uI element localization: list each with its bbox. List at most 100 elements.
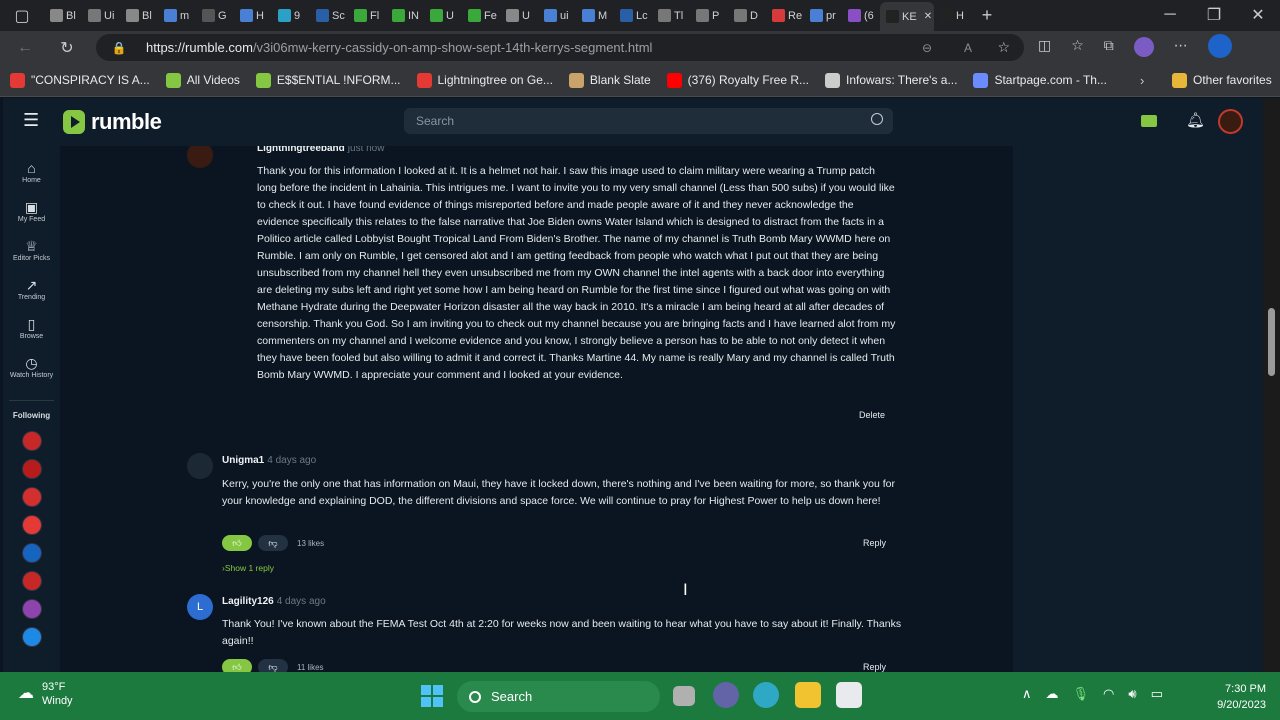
- browser-tab[interactable]: H: [234, 3, 272, 29]
- comment-author[interactable]: Lagility126: [222, 596, 274, 607]
- url-field[interactable]: 🔒 https://rumble.com/v3i06mw-kerry-cassi…: [96, 34, 1024, 61]
- comment-author[interactable]: Unigma1: [222, 455, 264, 466]
- like-button[interactable]: 👍︎: [222, 535, 252, 551]
- following-channel-avatar[interactable]: [21, 459, 42, 479]
- page-scrollbar[interactable]: [1263, 98, 1280, 672]
- teams-chat-icon[interactable]: [713, 682, 739, 708]
- settings-more-icon[interactable]: ⋯: [1174, 37, 1188, 58]
- like-button[interactable]: 👍︎: [222, 659, 252, 672]
- browser-tab[interactable]: IN: [386, 3, 424, 29]
- reply-link[interactable]: Reply: [863, 662, 886, 672]
- bing-icon[interactable]: [1207, 34, 1232, 58]
- following-channel-avatar[interactable]: [21, 431, 42, 451]
- refresh-button[interactable]: ↻: [50, 33, 84, 63]
- sidebar-item-editor-picks[interactable]: ♕ Editor Picks: [3, 232, 60, 271]
- browser-tab[interactable]: Tl: [652, 3, 690, 29]
- start-button-icon[interactable]: [421, 685, 443, 707]
- browser-tab[interactable]: Sc: [310, 3, 348, 29]
- sidebar-item-browse[interactable]: ▯ Browse: [3, 310, 60, 349]
- following-channel-avatar[interactable]: [21, 599, 42, 619]
- bookmark-item[interactable]: Infowars: There's a...: [825, 72, 957, 88]
- bookmark-item[interactable]: E$$ENTIAL !NFORM...: [255, 72, 401, 88]
- browser-tab[interactable]: Bl: [44, 3, 82, 29]
- dislike-button[interactable]: 👎︎: [258, 659, 288, 672]
- browser-tab[interactable]: D: [728, 3, 766, 29]
- other-favorites[interactable]: Other favorites: [1172, 72, 1272, 88]
- bookmark-item[interactable]: Startpage.com - Th...: [973, 72, 1107, 88]
- sidebar-item-watch-history[interactable]: ◷ Watch History: [3, 349, 60, 388]
- browser-tab[interactable]: Bl: [120, 3, 158, 29]
- browser-tab[interactable]: Re: [766, 3, 804, 29]
- maximize-button[interactable]: ❐: [1192, 0, 1236, 30]
- tray-overflow-icon[interactable]: ∧: [1022, 686, 1032, 702]
- bookmark-item[interactable]: "CONSPIRACY IS A...: [10, 72, 150, 88]
- following-channel-avatar[interactable]: [21, 571, 42, 591]
- minimize-button[interactable]: ─: [1148, 0, 1192, 30]
- microphone-icon[interactable]: 🎙︎: [1073, 686, 1090, 702]
- volume-icon[interactable]: 🔊︎: [1128, 686, 1136, 702]
- search-input[interactable]: [416, 114, 856, 128]
- bookmarks-overflow-icon[interactable]: ›: [1140, 73, 1144, 88]
- onedrive-icon[interactable]: ☁: [1046, 686, 1059, 702]
- read-aloud-icon[interactable]: A: [964, 41, 972, 55]
- show-replies-link[interactable]: ›Show 1 reply: [222, 563, 274, 573]
- following-channel-avatar[interactable]: [21, 627, 42, 647]
- browser-tab[interactable]: Lc: [614, 3, 652, 29]
- file-explorer-icon[interactable]: [795, 682, 821, 708]
- browser-tab[interactable]: ui: [538, 3, 576, 29]
- rumble-logo[interactable]: rumble: [63, 109, 162, 135]
- notifications-bell-icon[interactable]: 🔔︎: [1186, 111, 1205, 129]
- browser-tab[interactable]: m: [158, 3, 196, 29]
- close-window-button[interactable]: ✕: [1236, 0, 1280, 30]
- zoom-icon[interactable]: ⊖: [922, 41, 932, 55]
- battery-icon[interactable]: ▭: [1151, 686, 1163, 702]
- store-icon[interactable]: [836, 682, 862, 708]
- browser-tab[interactable]: pr: [804, 3, 842, 29]
- browser-tab[interactable]: Ui: [82, 3, 120, 29]
- browser-tab[interactable]: Fe: [462, 3, 500, 29]
- scrollbar-thumb[interactable]: [1268, 308, 1275, 376]
- bookmark-item[interactable]: All Videos: [165, 72, 240, 88]
- browser-tab[interactable]: U: [424, 3, 462, 29]
- bookmark-item[interactable]: (376) Royalty Free R...: [666, 72, 809, 88]
- clock[interactable]: 7:30 PM 9/20/2023: [1217, 681, 1266, 713]
- sidebar-item-trending[interactable]: ↗ Trending: [3, 271, 60, 310]
- following-channel-avatar[interactable]: [21, 543, 42, 563]
- following-channel-avatar[interactable]: [21, 515, 42, 535]
- delete-comment-link[interactable]: Delete: [859, 410, 885, 420]
- favorite-star-icon[interactable]: ☆: [997, 39, 1010, 56]
- collections-icon[interactable]: ⧉: [1104, 37, 1114, 58]
- new-tab-button[interactable]: +: [972, 1, 1002, 31]
- browser-tab[interactable]: H: [934, 3, 972, 29]
- comment-author[interactable]: Lightningtreeband: [257, 146, 345, 154]
- browser-tab[interactable]: (6: [842, 3, 880, 29]
- profile-icon[interactable]: [1133, 37, 1154, 57]
- browser-tab[interactable]: 9: [272, 3, 310, 29]
- menu-icon[interactable]: ☰: [23, 111, 41, 129]
- close-tab-icon[interactable]: ✕: [924, 11, 932, 22]
- commenter-avatar[interactable]: L: [187, 594, 213, 620]
- taskbar-search[interactable]: Search: [457, 681, 660, 712]
- task-view-icon[interactable]: [673, 686, 695, 706]
- sidebar-item-my-feed[interactable]: ▣ My Feed: [3, 193, 60, 232]
- tab-actions-icon[interactable]: ▢: [0, 1, 44, 31]
- upload-video-icon[interactable]: [1141, 115, 1157, 127]
- dislike-button[interactable]: 👎︎: [258, 535, 288, 551]
- browser-tab[interactable]: M: [576, 3, 614, 29]
- weather-widget[interactable]: ☁ 93°F Windy: [18, 680, 73, 708]
- commenter-avatar[interactable]: [187, 453, 213, 479]
- bookmark-item[interactable]: Blank Slate: [568, 72, 651, 88]
- browser-tab[interactable]: Fl: [348, 3, 386, 29]
- commenter-avatar[interactable]: [187, 146, 213, 168]
- browser-tab[interactable]: U: [500, 3, 538, 29]
- reply-link[interactable]: Reply: [863, 538, 886, 548]
- search-icon[interactable]: [871, 113, 883, 125]
- edge-browser-icon[interactable]: [753, 682, 779, 708]
- user-avatar[interactable]: [1218, 109, 1243, 134]
- browser-tab[interactable]: KE ✕: [880, 2, 934, 31]
- following-channel-avatar[interactable]: [21, 487, 42, 507]
- wifi-icon[interactable]: ◠: [1103, 686, 1114, 702]
- browser-tab[interactable]: G: [196, 3, 234, 29]
- favorites-icon[interactable]: ☆: [1071, 37, 1084, 58]
- back-button[interactable]: ←: [8, 33, 42, 63]
